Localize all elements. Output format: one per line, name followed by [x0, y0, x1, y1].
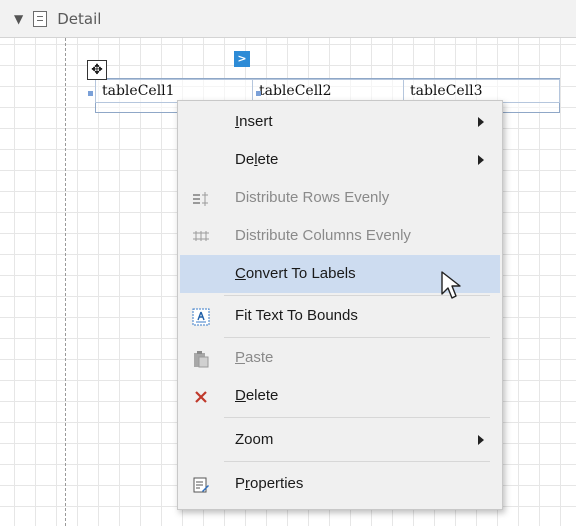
- table-cell-1-text: tableCell1: [102, 83, 175, 99]
- delete-icon: [195, 391, 207, 403]
- menu-item-fit-text-to-bounds[interactable]: Fit Text To Bounds: [180, 297, 500, 335]
- menu-item-label: Zoom: [235, 431, 274, 448]
- fit-text-icon: [192, 308, 210, 326]
- menu-item-label: Properties: [235, 475, 304, 492]
- band-title: Detail: [57, 9, 102, 28]
- smart-tag-button[interactable]: >: [234, 51, 250, 67]
- menu-item-label: Delete: [235, 151, 279, 168]
- properties-icon: [193, 477, 209, 493]
- menu-item-zoom[interactable]: Zoom: [180, 421, 500, 459]
- menu-item-label: Insert: [235, 113, 273, 130]
- selection-handle[interactable]: [256, 91, 261, 96]
- menu-item-label: Paste: [235, 349, 274, 366]
- distribute-rows-icon: [193, 192, 208, 206]
- menu-item-properties[interactable]: Properties: [180, 465, 500, 503]
- selection-handle[interactable]: [88, 91, 93, 96]
- submenu-arrow-icon: [478, 155, 484, 165]
- band-icon: [33, 10, 48, 27]
- menu-item-label: Fit Text To Bounds: [235, 307, 358, 324]
- menu-item-distribute-rows[interactable]: Distribute Rows Evenly: [180, 179, 500, 217]
- menu-separator: [224, 337, 490, 338]
- distribute-columns-icon: [193, 231, 209, 241]
- mouse-cursor-icon: [441, 271, 461, 299]
- menu-item-delete-submenu[interactable]: Delete: [180, 141, 500, 179]
- context-menu: Insert Delete Distribute Rows Evenly Dis…: [177, 100, 503, 510]
- menu-item-label: Convert To Labels: [235, 265, 356, 282]
- menu-item-label: Delete: [235, 387, 279, 404]
- menu-separator: [224, 417, 490, 418]
- submenu-arrow-icon: [478, 435, 484, 445]
- menu-separator: [224, 461, 490, 462]
- detail-band-header[interactable]: ▼ Detail: [0, 0, 576, 38]
- table-cell-2-text: tableCell2: [259, 83, 332, 99]
- move-handle-icon[interactable]: ✥: [87, 60, 107, 80]
- menu-item-paste[interactable]: Paste: [180, 339, 500, 377]
- left-margin-line: [65, 38, 66, 526]
- paste-icon: [194, 351, 209, 368]
- smart-tag-glyph: >: [237, 52, 247, 65]
- collapse-arrow-icon[interactable]: ▼: [14, 12, 23, 26]
- menu-item-insert[interactable]: Insert: [180, 103, 500, 141]
- menu-item-delete[interactable]: Delete: [180, 377, 500, 415]
- menu-item-label: Distribute Columns Evenly: [235, 227, 411, 244]
- table-cell-3-text: tableCell3: [410, 83, 483, 99]
- submenu-arrow-icon: [478, 117, 484, 127]
- menu-item-distribute-columns[interactable]: Distribute Columns Evenly: [180, 217, 500, 255]
- menu-item-label: Distribute Rows Evenly: [235, 189, 390, 206]
